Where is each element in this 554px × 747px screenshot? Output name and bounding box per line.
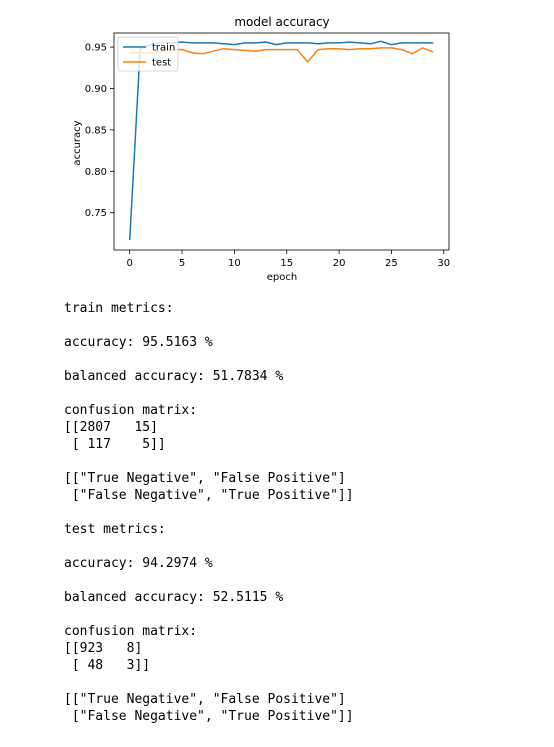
x-tick-label: 15 (280, 258, 293, 269)
x-axis-label: epoch (267, 272, 297, 283)
x-tick-label: 25 (385, 258, 398, 269)
output-line: accuracy: 94.2974 % (64, 556, 213, 571)
y-tick-label: 0.90 (85, 84, 107, 95)
output-line: [["True Negative", "False Positive"] (64, 692, 346, 707)
output-line: [["True Negative", "False Positive"] (64, 471, 346, 486)
output-line: ["False Negative", "True Positive"]] (64, 488, 354, 503)
output-line: ["False Negative", "True Positive"]] (64, 709, 354, 724)
x-tick-label: 5 (179, 258, 185, 269)
x-tick-label: 20 (333, 258, 346, 269)
y-tick-label: 0.85 (85, 125, 107, 136)
legend-label-train: train (152, 43, 175, 54)
y-tick-label: 0.80 (85, 167, 107, 178)
metrics-output: train metrics: accuracy: 95.5163 % balance… (64, 300, 354, 725)
y-axis-label: accuracy (72, 120, 83, 165)
output-line: train metrics: (64, 301, 174, 316)
output-line: [ 48 3]] (64, 658, 151, 673)
output-line: test metrics: (64, 522, 166, 537)
x-tick-label: 10 (228, 258, 241, 269)
output-line: balanced accuracy: 51.7834 % (64, 369, 284, 384)
chart-title: model accuracy (234, 15, 329, 29)
output-line: balanced accuracy: 52.5115 % (64, 590, 284, 605)
y-tick-label: 0.75 (85, 208, 107, 219)
plot-area: 0 5 10 15 20 25 30 0.75 0.80 0.85 0.90 0.95 train tes… (85, 32, 450, 269)
output-line: accuracy: 95.5163 % (64, 335, 213, 350)
output-line: confusion matrix: (64, 403, 198, 418)
legend-label-test: test (152, 58, 171, 69)
y-tick-label: 0.95 (85, 43, 107, 54)
output-line: [[2807 15] (64, 420, 158, 435)
output-line: [[923 8] (64, 641, 143, 656)
x-tick-label: 0 (127, 258, 133, 269)
x-tick-label: 30 (437, 258, 450, 269)
accuracy-chart: model accuracy 0 5 10 15 20 25 300.750.800.850… (72, 15, 450, 283)
output-line: [ 117 5]] (64, 437, 166, 452)
output-line: confusion matrix: (64, 624, 198, 639)
